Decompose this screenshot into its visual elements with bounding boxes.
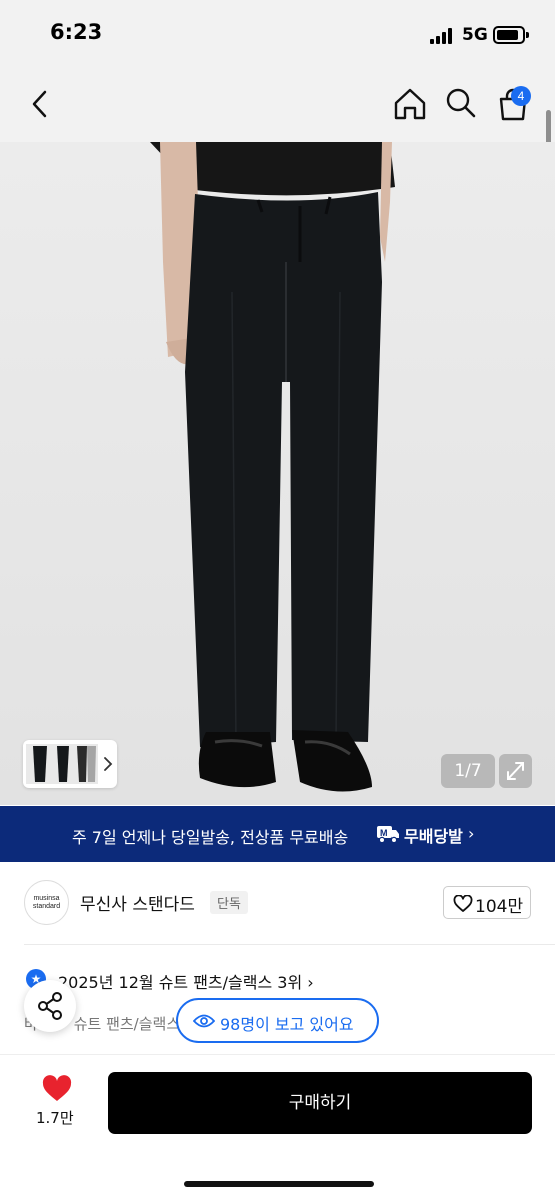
delivery-truck-icon: M [377,826,399,844]
search-icon[interactable] [444,86,478,120]
chevron-right-icon: › [468,824,475,843]
ranking-text: 2025년 12월 슈트 팬츠/슬랙스 3위 [58,973,303,992]
signal-icon [430,28,456,44]
shipping-brand: 무배당발 [404,827,463,846]
viewers-text: 98명이 보고 있어요 [220,1015,354,1034]
divider [24,944,555,945]
brand-like-count: 104만 [475,897,524,917]
ranking-link[interactable]: 2025년 12월 슈트 팬츠/슬랙스 3위 › [58,969,314,993]
home-indicator [184,1181,374,1187]
battery-icon [493,26,529,44]
exclusive-badge: 단독 [210,891,248,914]
expand-icon [507,762,524,780]
home-icon[interactable] [392,86,428,122]
buy-button[interactable]: 구매하기 [108,1072,532,1134]
heart-outline-icon [453,895,473,912]
image-counter: 1/7 [441,754,495,788]
share-icon [38,992,62,1020]
thumbnail-strip[interactable] [23,740,117,788]
back-arrow-icon[interactable] [26,88,54,120]
share-button[interactable] [24,980,76,1032]
status-bar: 6:23 5G [0,0,555,70]
network-label: 5G [462,25,488,45]
status-time: 6:23 [50,20,103,44]
chevron-right-icon [104,757,113,771]
shipping-text: 주 7일 언제나 당일발송, 전상품 무료배송 [72,828,349,847]
brand-logo[interactable]: musinsa standard [24,880,69,925]
cart-count-badge: 4 [511,86,531,106]
favorite-count: 1.7만 [36,1109,74,1127]
product-photo [150,142,395,792]
eye-icon [193,1014,215,1028]
product-image[interactable] [0,142,555,805]
svg-text:M: M [380,828,388,838]
heart-filled-icon[interactable] [41,1075,73,1103]
shipping-banner[interactable]: 주 7일 언제나 당일발송, 전상품 무료배송 M 무배당발 › [0,806,555,862]
brand-name[interactable]: 무신사 스탠다드 [80,890,195,915]
expand-button[interactable] [499,754,532,788]
